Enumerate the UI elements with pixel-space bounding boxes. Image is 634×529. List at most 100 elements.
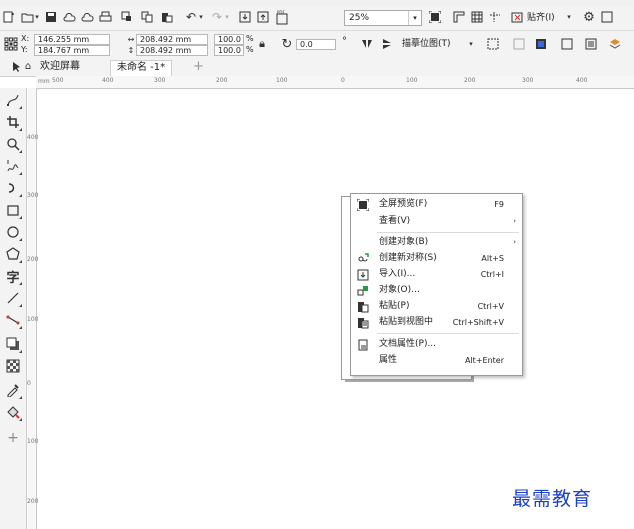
- redo-dropdown-icon[interactable]: ▾: [224, 12, 230, 22]
- ruler-tick: 200: [216, 77, 228, 84]
- svg-text:PDF: PDF: [277, 10, 285, 15]
- new-document-icon[interactable]: [2, 10, 16, 24]
- submenu-arrow-icon: ›: [513, 238, 516, 246]
- crop-bitmap-icon[interactable]: [486, 37, 500, 51]
- menu-item-view[interactable]: 查看(V) ›: [351, 214, 522, 229]
- menu-item-label: 创建对象(B): [379, 237, 429, 247]
- vertical-ruler[interactable]: 400 300 200 100 0 100 200: [26, 88, 39, 529]
- chevron-down-icon[interactable]: ▾: [566, 12, 572, 22]
- layers-icon[interactable]: [608, 37, 622, 51]
- gear-icon[interactable]: ⚙: [582, 10, 596, 25]
- publish-pdf-icon[interactable]: PDF: [274, 9, 290, 25]
- width-field[interactable]: 208.492 mm: [136, 34, 208, 45]
- ruler-tick: 300: [154, 77, 166, 84]
- menu-item-paste-in-view[interactable]: 粘贴到视图中 Ctrl+Shift+V: [351, 315, 522, 330]
- open-folder-icon[interactable]: [20, 10, 34, 24]
- ruler-tick: 200: [27, 498, 39, 505]
- mirror-vertical-icon[interactable]: [380, 37, 394, 51]
- copy-icon[interactable]: [140, 10, 154, 24]
- chevron-down-icon[interactable]: ▾: [468, 39, 474, 49]
- cloud-download-icon[interactable]: [80, 10, 94, 24]
- rotation-angle-field[interactable]: 0.0: [296, 39, 336, 50]
- y-position-field[interactable]: 184.767 mm: [34, 45, 110, 56]
- menu-item-label: 粘贴(P): [379, 301, 410, 311]
- shape-tool-icon[interactable]: [3, 90, 23, 110]
- scale-x-field[interactable]: 100.0: [214, 34, 244, 45]
- show-grid-icon[interactable]: [470, 10, 484, 24]
- lock-ratio-icon[interactable]: 🔒︎: [256, 37, 268, 50]
- submenu-arrow-icon: ›: [513, 217, 516, 225]
- menu-item-object[interactable]: 对象(O)...: [351, 283, 522, 298]
- x-position-field[interactable]: 146.255 mm: [34, 34, 110, 45]
- context-menu: 全屏预览(F) F9 查看(V) › 创建对象(B) › 创建新对称(S) Al…: [350, 193, 523, 376]
- menu-item-import[interactable]: 导入(I)... Ctrl+I: [351, 267, 522, 282]
- menu-item-label: 文档属性(P)...: [379, 339, 437, 349]
- transparency-tool-icon[interactable]: [3, 356, 23, 376]
- show-guidelines-icon[interactable]: [488, 10, 502, 24]
- bitmap-mask-icon[interactable]: [534, 37, 548, 51]
- object-origin-icon[interactable]: [3, 36, 19, 52]
- artistic-media-tool-icon[interactable]: [3, 178, 23, 198]
- drop-shadow-tool-icon[interactable]: [3, 334, 23, 354]
- menu-item-label: 导入(I)...: [379, 269, 416, 279]
- interactive-fill-tool-icon[interactable]: [3, 402, 23, 422]
- menu-item-document-properties[interactable]: 文档属性(P)...: [351, 337, 522, 352]
- menu-item-paste[interactable]: 粘贴(P) Ctrl+V: [351, 299, 522, 314]
- zoom-tool-icon[interactable]: [3, 134, 23, 154]
- cut-icon[interactable]: [120, 10, 134, 24]
- trace-bitmap-label[interactable]: 描摹位图(T): [402, 39, 451, 49]
- resample-icon[interactable]: [512, 37, 526, 51]
- snap-to-icon[interactable]: [510, 10, 524, 24]
- height-field[interactable]: 208.492 mm: [136, 45, 208, 56]
- undo-icon[interactable]: ↶: [184, 10, 198, 24]
- ruler-tick: 200: [27, 256, 39, 263]
- connector-tool-icon[interactable]: [3, 310, 23, 330]
- export-icon[interactable]: [256, 10, 270, 24]
- home-icon[interactable]: ⌂: [22, 60, 34, 72]
- crop-tool-icon[interactable]: [3, 112, 23, 132]
- chevron-down-icon[interactable]: ▾: [408, 11, 421, 25]
- horizontal-ruler[interactable]: mm 500 400 300 200 100 0 100 200 300 400: [36, 76, 634, 89]
- paste-icon: [356, 300, 369, 313]
- undo-dropdown-icon[interactable]: ▾: [198, 12, 204, 22]
- zoom-level-select[interactable]: 25% ▾: [344, 10, 422, 26]
- ruler-tick: 0: [341, 77, 345, 84]
- polygon-tool-icon[interactable]: [3, 244, 23, 264]
- eyedropper-tool-icon[interactable]: [3, 380, 23, 400]
- print-icon[interactable]: [98, 10, 112, 24]
- rectangle-tool-icon[interactable]: [3, 200, 23, 220]
- menu-item-shortcut: Ctrl+I: [480, 270, 504, 279]
- ruler-tick: 100: [27, 438, 39, 445]
- ruler-tick: 100: [276, 77, 288, 84]
- menu-item-properties[interactable]: 属性 Alt+Enter: [351, 353, 522, 368]
- menu-item-create-object[interactable]: 创建对象(B) ›: [351, 235, 522, 250]
- new-tab-button[interactable]: +: [187, 60, 210, 75]
- application-launcher-icon[interactable]: [600, 10, 614, 24]
- redo-icon[interactable]: ↷: [210, 10, 224, 24]
- tab-untitled-1[interactable]: 未命名 -1*: [110, 60, 173, 76]
- fullscreen-icon: [356, 198, 369, 211]
- import-icon[interactable]: [238, 10, 252, 24]
- scale-y-field[interactable]: 100.0: [214, 45, 244, 56]
- menu-item-create-new-symmetry[interactable]: 创建新对称(S) Alt+S: [351, 251, 522, 266]
- freehand-tool-icon[interactable]: [3, 156, 23, 176]
- chevron-down-icon[interactable]: ▾: [34, 12, 40, 22]
- menu-item-full-screen-preview[interactable]: 全屏预览(F) F9: [351, 197, 522, 212]
- document-icon[interactable]: [584, 37, 598, 51]
- mirror-horizontal-icon[interactable]: [360, 37, 374, 51]
- cloud-upload-icon[interactable]: [62, 10, 76, 24]
- show-rulers-icon[interactable]: [452, 10, 466, 24]
- text-tool-icon[interactable]: 字: [3, 266, 23, 286]
- edit-bitmap-icon[interactable]: [560, 37, 574, 51]
- add-tool-icon[interactable]: +: [3, 428, 23, 448]
- height-icon: ↕: [127, 46, 135, 55]
- save-icon[interactable]: [44, 10, 58, 24]
- parallel-dimension-tool-icon[interactable]: [3, 288, 23, 308]
- snap-to-label[interactable]: 贴齐(I): [527, 13, 555, 23]
- ruler-tick: 400: [102, 77, 114, 84]
- ellipse-tool-icon[interactable]: [3, 222, 23, 242]
- ruler-tick: 100: [406, 77, 418, 84]
- paste-icon[interactable]: [160, 10, 174, 24]
- full-screen-preview-icon[interactable]: [428, 10, 442, 24]
- tab-welcome-screen[interactable]: 欢迎屏幕: [34, 60, 86, 75]
